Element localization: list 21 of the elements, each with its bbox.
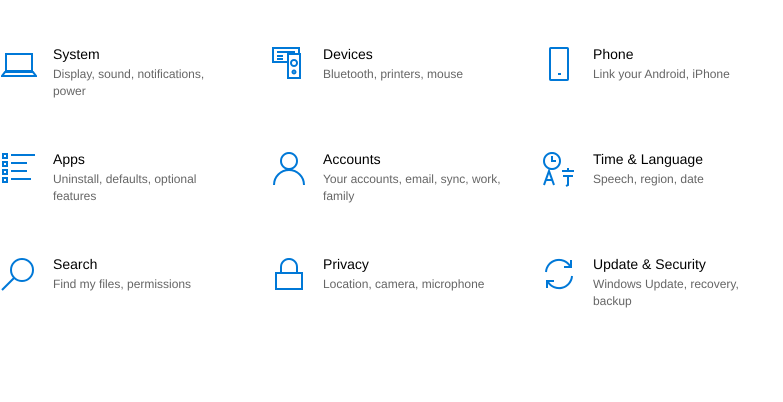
category-link[interactable]: Devices <box>323 44 501 64</box>
category-description: Bluetooth, printers, mouse <box>323 66 464 83</box>
category-link[interactable]: Update & Security <box>593 254 771 274</box>
category-link[interactable]: Time & Language <box>593 149 771 169</box>
category-link[interactable]: System <box>53 44 231 64</box>
category-link[interactable]: Apps <box>53 149 231 169</box>
search-icon <box>1 256 37 292</box>
person-icon <box>271 151 307 187</box>
clock-language-icon <box>541 151 577 187</box>
category-description: Windows Update, recovery, backup <box>593 276 740 310</box>
category-description: Uninstall, defaults, optional features <box>53 171 198 205</box>
category-description: Link your Android, iPhone <box>593 66 731 83</box>
category-description: Location, camera, microphone <box>323 276 486 293</box>
category-link[interactable]: Search <box>53 254 231 274</box>
category-description: Display, sound, notifications, power <box>53 66 206 100</box>
category-link[interactable]: Accounts <box>323 149 501 169</box>
category-description: Speech, region, date <box>593 171 705 188</box>
category-description: Find my files, permissions <box>53 276 192 293</box>
category-description: Your accounts, email, sync, work, family <box>323 171 501 205</box>
category-link[interactable]: Privacy <box>323 254 501 274</box>
category-link[interactable]: Phone <box>593 44 771 64</box>
